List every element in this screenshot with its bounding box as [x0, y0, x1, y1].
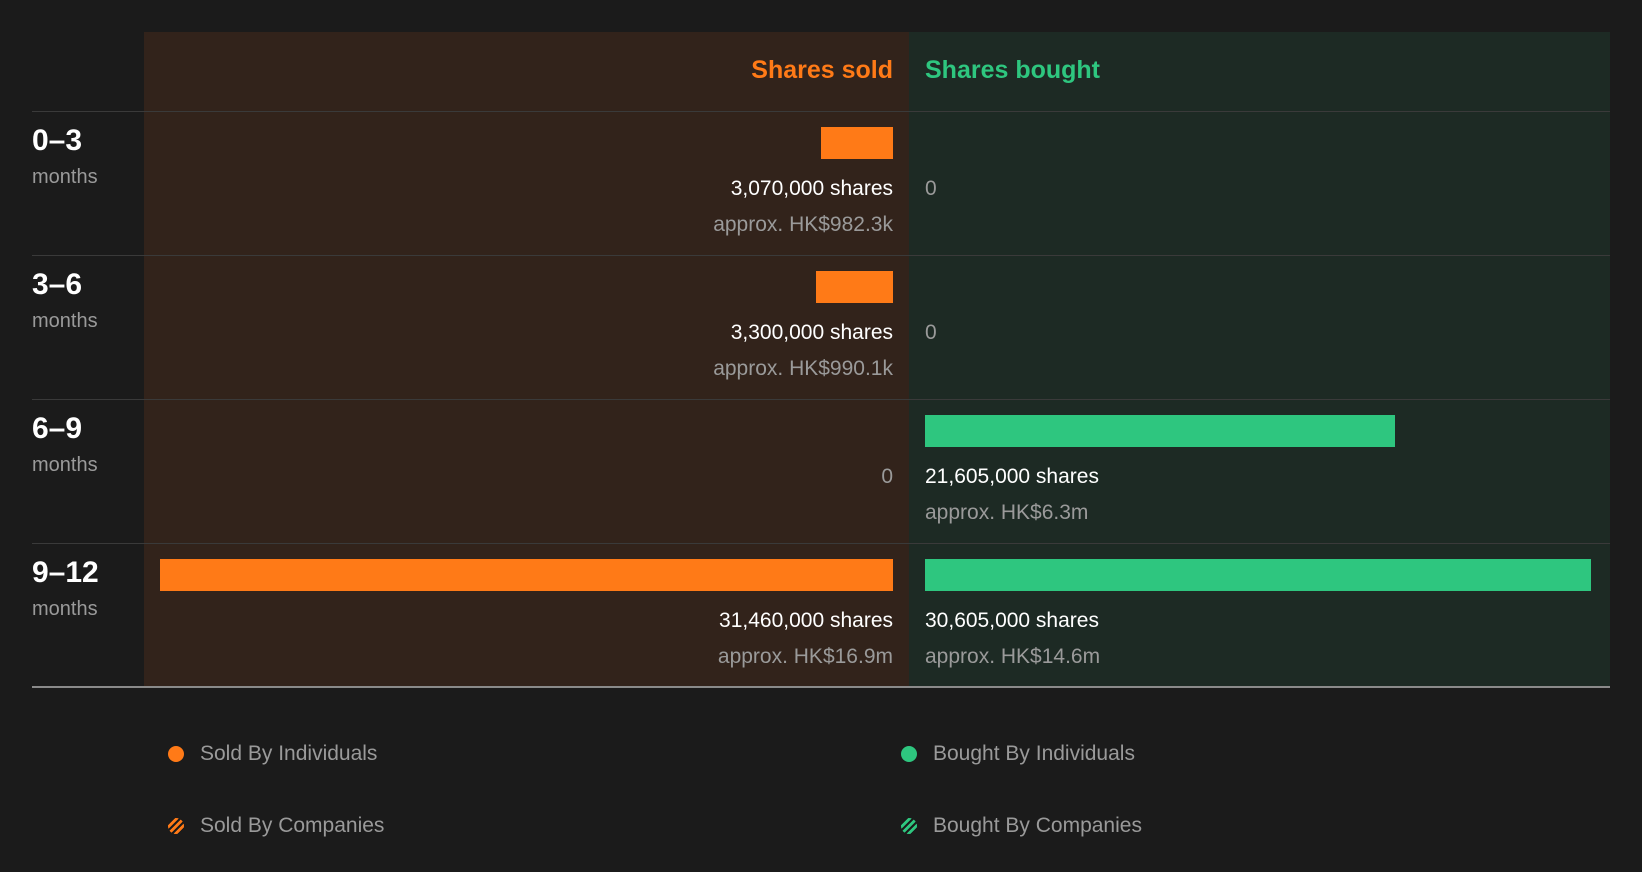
- sold-shares-value: 3,070,000 shares: [730, 177, 893, 200]
- period-range: 0–3: [32, 124, 83, 157]
- row-divider: [32, 543, 1610, 544]
- sold-approx-value: approx. HK$990.1k: [713, 357, 893, 380]
- bought-approx-value: approx. HK$14.6m: [925, 645, 1101, 668]
- row-divider: [32, 111, 1610, 112]
- bought-zero-value: 0: [925, 177, 937, 200]
- legend-sold-companies: Sold By Companies: [168, 814, 384, 838]
- bought-approx-value: approx. HK$6.3m: [925, 501, 1089, 524]
- legend-dot-icon: [901, 746, 917, 762]
- period-unit: months: [32, 166, 98, 188]
- period-range: 6–9: [32, 412, 83, 445]
- legend-label: Bought By Individuals: [933, 742, 1135, 765]
- legend-bought-individuals: Bought By Individuals: [901, 742, 1135, 766]
- period-range: 9–12: [32, 556, 99, 589]
- sold-zero-value: 0: [881, 465, 893, 488]
- legend-label: Sold By Individuals: [200, 742, 378, 765]
- shares-bought-header: Shares bought: [925, 56, 1101, 84]
- legend-sold-individuals: Sold By Individuals: [168, 742, 377, 766]
- period-label: 9–12 months: [32, 555, 99, 623]
- sold-bar: [821, 127, 893, 159]
- row-divider: [32, 255, 1610, 256]
- period-label: 0–3 months: [32, 123, 98, 191]
- period-unit: months: [32, 310, 98, 332]
- legend-striped-dot-icon: [901, 818, 917, 834]
- legend-label: Sold By Companies: [200, 814, 385, 837]
- bought-shares-value: 21,605,000 shares: [925, 465, 1099, 488]
- chart-baseline: [32, 686, 1610, 688]
- period-label: 3–6 months: [32, 267, 98, 335]
- sold-approx-value: approx. HK$982.3k: [713, 213, 893, 236]
- period-unit: months: [32, 598, 98, 620]
- sold-shares-value: 31,460,000 shares: [719, 609, 893, 632]
- sold-approx-value: approx. HK$16.9m: [717, 645, 893, 668]
- period-range: 3–6: [32, 268, 83, 301]
- bought-bar: [925, 559, 1591, 591]
- bought-zero-value: 0: [925, 321, 937, 344]
- sold-bar: [160, 559, 893, 591]
- period-unit: months: [32, 454, 98, 476]
- shares-sold-header: Shares sold: [751, 56, 893, 84]
- legend-bought-companies: Bought By Companies: [901, 814, 1142, 838]
- bought-shares-value: 30,605,000 shares: [925, 609, 1099, 632]
- row-divider: [32, 399, 1610, 400]
- bought-bar: [925, 415, 1395, 447]
- legend-dot-icon: [168, 746, 184, 762]
- legend-label: Bought By Companies: [933, 814, 1142, 837]
- legend-striped-dot-icon: [168, 818, 184, 834]
- sold-shares-value: 3,300,000 shares: [730, 321, 893, 344]
- sold-bar: [816, 271, 893, 303]
- period-label: 6–9 months: [32, 411, 98, 479]
- insider-trading-chart: Shares sold Shares bought 0–3 months 3,0…: [0, 0, 1642, 700]
